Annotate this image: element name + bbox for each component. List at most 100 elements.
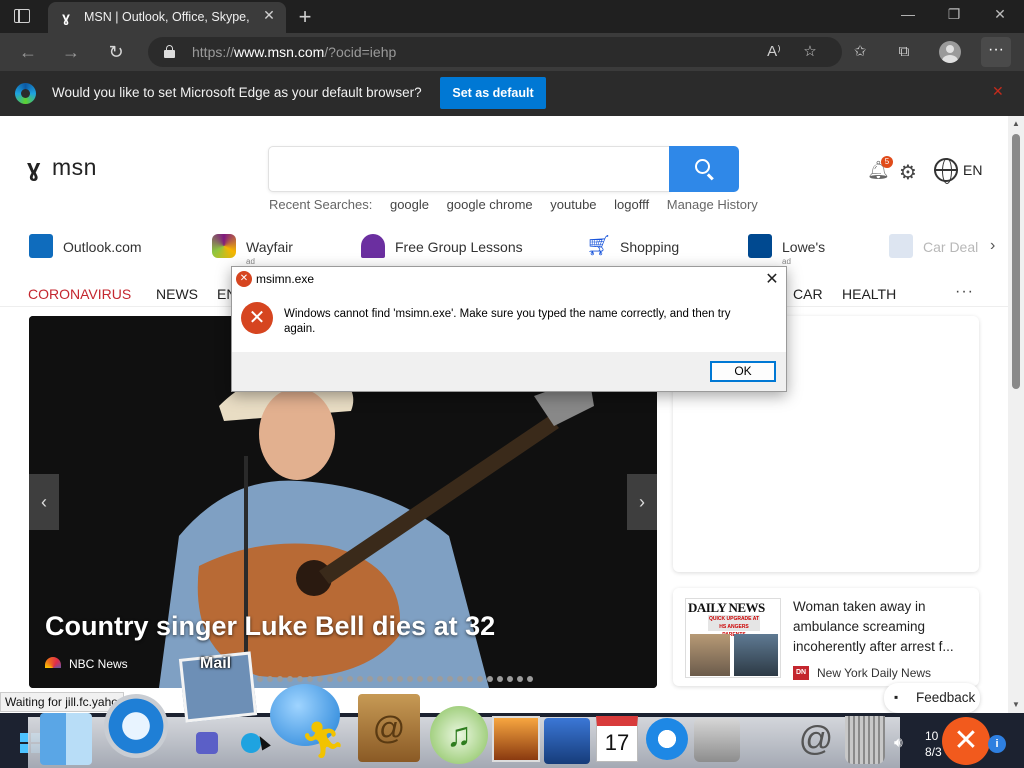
tray-clock[interactable]: 10 8/3 [925, 728, 942, 760]
carousel-dot[interactable] [407, 676, 413, 682]
hero-headline[interactable]: Country singer Luke Bell dies at 32 [45, 611, 495, 642]
ok-button[interactable]: OK [710, 361, 776, 382]
more-categories-icon[interactable]: ··· [955, 283, 974, 301]
collections-icon[interactable]: ⧉ [892, 40, 916, 64]
category-health[interactable]: HEALTH [842, 286, 896, 302]
add-favorite-icon[interactable]: ☆ [798, 40, 822, 64]
set-as-default-button[interactable]: Set as default [440, 77, 546, 109]
lock-icon[interactable] [164, 45, 175, 58]
language-label[interactable]: EN [963, 162, 982, 178]
recent-term[interactable]: google [390, 197, 429, 212]
safari-icon[interactable] [104, 694, 168, 758]
recent-term[interactable]: google chrome [447, 197, 533, 212]
read-aloud-icon[interactable]: A⁾ [762, 40, 786, 64]
itunes-icon[interactable]: ♫ [430, 706, 488, 764]
minimize-button[interactable]: — [898, 6, 918, 22]
refresh-button[interactable]: ↻ [104, 40, 128, 64]
category-news[interactable]: NEWS [156, 286, 198, 302]
quicklink-free-group-lessons[interactable]: Free Group Lessons [361, 234, 561, 260]
carousel-dot[interactable] [347, 676, 353, 682]
quicklink-shopping[interactable]: 🛒︎ Shopping [586, 234, 706, 260]
carousel-dot[interactable] [417, 676, 423, 682]
infobar-close-icon[interactable]: ✕ [992, 83, 1004, 100]
scrollbar-thumb[interactable] [1012, 134, 1020, 389]
quicklink-wayfair[interactable]: Wayfair ad [212, 234, 332, 266]
tab-msn[interactable]: ɣ MSN | Outlook, Office, Skype, Bi ✕ [48, 2, 286, 33]
carousel-dot[interactable] [287, 676, 293, 682]
chevron-right-icon[interactable]: › [990, 237, 995, 255]
hero-prev-button[interactable]: ‹ [29, 474, 59, 530]
finder-icon[interactable] [40, 713, 92, 765]
carousel-dot[interactable] [267, 676, 273, 682]
close-x-icon[interactable]: ✕ [942, 717, 990, 765]
carousel-dot[interactable] [457, 676, 463, 682]
carousel-dot[interactable] [527, 676, 533, 682]
scroll-up-icon[interactable]: ▲ [1008, 119, 1024, 128]
notifications-bell-icon[interactable]: 🔔︎ 5 [867, 156, 893, 182]
carousel-dot[interactable] [357, 676, 363, 682]
imovie-icon[interactable] [544, 718, 590, 764]
profile-avatar[interactable] [939, 41, 961, 63]
teams-icon[interactable] [196, 732, 218, 754]
recent-term[interactable]: logofff [614, 197, 649, 212]
carousel-dot[interactable] [397, 676, 403, 682]
system-preferences-icon[interactable] [694, 718, 740, 762]
carousel-dot[interactable] [257, 676, 263, 682]
trash-icon[interactable] [845, 716, 885, 764]
carousel-dot[interactable] [477, 676, 483, 682]
tab-actions-icon[interactable] [14, 9, 30, 23]
info-badge-icon[interactable]: i [988, 735, 1006, 753]
quicktime-icon[interactable] [646, 718, 688, 760]
carousel-dot[interactable] [337, 676, 343, 682]
aim-running-man-icon[interactable]: 🏃︎ [300, 718, 346, 764]
category-coronavirus[interactable]: CORONAVIRUS [28, 286, 131, 302]
favorites-icon[interactable]: ✩ [848, 40, 872, 64]
carousel-dot[interactable] [307, 676, 313, 682]
restore-button[interactable]: ❐ [944, 6, 964, 23]
tab-close-icon[interactable]: ✕ [260, 7, 278, 24]
search-button[interactable] [669, 146, 739, 192]
dialog-close-icon[interactable]: ✕ [762, 269, 782, 289]
carousel-dot[interactable] [387, 676, 393, 682]
search-input[interactable] [268, 146, 670, 192]
carousel-dot[interactable] [467, 676, 473, 682]
recent-term[interactable]: youtube [550, 197, 596, 212]
carousel-dot[interactable] [327, 676, 333, 682]
carousel-dot[interactable] [507, 676, 513, 682]
carousel-dot[interactable] [377, 676, 383, 682]
news-headline[interactable]: Woman taken away in ambulance screaming … [793, 597, 969, 657]
page-scrollbar[interactable]: ▲ ▼ [1008, 116, 1024, 713]
close-window-button[interactable]: ✕ [990, 6, 1010, 23]
settings-gear-icon[interactable]: ⚙ [899, 160, 917, 185]
new-tab-button[interactable]: + [294, 4, 316, 30]
category-car[interactable]: CAR [793, 286, 823, 302]
carousel-dot[interactable] [427, 676, 433, 682]
carousel-dot[interactable] [497, 676, 503, 682]
quicklink-lowes[interactable]: Lowe's ad [748, 234, 858, 266]
hero-next-button[interactable]: › [627, 474, 657, 530]
manage-history-link[interactable]: Manage History [667, 197, 758, 212]
language-globe-icon[interactable] [934, 158, 958, 184]
quicklink-outlook[interactable]: Outlook.com [29, 234, 179, 260]
carousel-dot[interactable] [277, 676, 283, 682]
carousel-dot[interactable] [437, 676, 443, 682]
carousel-dot[interactable] [297, 676, 303, 682]
carousel-dot[interactable] [317, 676, 323, 682]
carousel-dot[interactable] [487, 676, 493, 682]
quicklink-car-deal[interactable]: Car Deal [889, 234, 989, 260]
iphoto-icon[interactable] [492, 716, 540, 762]
ical-icon[interactable]: 17 [596, 716, 638, 762]
volume-icon[interactable]: 🔊︎ [894, 734, 912, 752]
back-button[interactable]: ← [16, 40, 40, 64]
carousel-dot[interactable] [517, 676, 523, 682]
feedback-button[interactable]: ▪︎ Feedback [884, 683, 980, 713]
forward-button[interactable]: → [59, 40, 83, 64]
internet-connect-icon[interactable]: @ [796, 716, 836, 762]
url-field[interactable]: https://www.msn.com/?ocid=iehp [148, 37, 842, 67]
news-card[interactable]: DAILY NEWS QUICK UPGRADE AT HS ANGERS PA… [673, 588, 979, 686]
address-book-icon[interactable]: @ [358, 694, 420, 762]
scroll-down-icon[interactable]: ▼ [1008, 700, 1024, 709]
more-options-button[interactable]: ··· [981, 37, 1011, 67]
carousel-dot[interactable] [447, 676, 453, 682]
carousel-dot[interactable] [367, 676, 373, 682]
